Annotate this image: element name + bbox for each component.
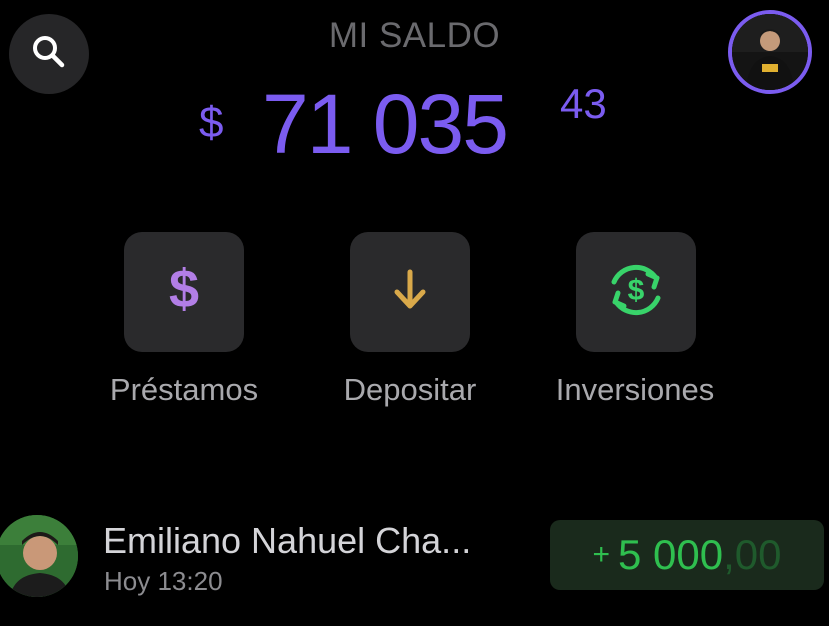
dollar-icon: $ xyxy=(154,259,214,325)
transaction-time: Hoy 13:20 xyxy=(104,566,223,596)
transaction-amount-badge: + 5 000 ,00 xyxy=(550,520,824,590)
arrow-down-icon xyxy=(380,260,440,325)
amount-integer: 5 000 xyxy=(618,531,724,578)
avatar xyxy=(0,515,78,597)
transaction-name: Emiliano Nahuel Cha... xyxy=(103,520,472,561)
balance-currency: $ xyxy=(199,98,224,147)
amount-decimals: ,00 xyxy=(723,531,782,578)
loans-button[interactable]: $ xyxy=(124,232,244,352)
investments-label: Inversiones xyxy=(555,372,715,407)
loans-label: Préstamos xyxy=(109,372,259,407)
investment-cycle-icon: $ xyxy=(598,252,674,333)
deposit-label: Depositar xyxy=(343,372,477,407)
page-title: MI SALDO xyxy=(328,16,501,55)
svg-text:$: $ xyxy=(628,274,645,307)
deposit-button[interactable] xyxy=(350,232,470,352)
balance-cents: 43 xyxy=(560,80,607,127)
contact-photo-icon xyxy=(0,515,78,597)
balance-amount: 71 035 xyxy=(262,77,509,171)
investments-button[interactable]: $ xyxy=(576,232,696,352)
amount-sign: + xyxy=(592,538,611,571)
balance-display: $ 71 035 43 xyxy=(0,76,829,171)
svg-text:$: $ xyxy=(169,260,199,319)
